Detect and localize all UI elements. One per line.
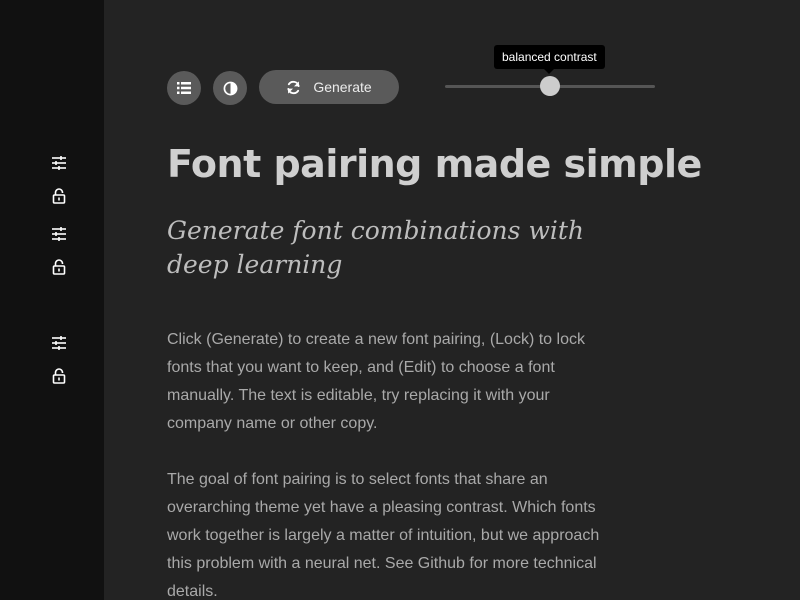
- page-subtitle[interactable]: Generate font combinations with deep lea…: [167, 214, 637, 282]
- sliders-icon[interactable]: [51, 226, 67, 242]
- description-paragraph[interactable]: The goal of font pairing is to select fo…: [167, 466, 617, 600]
- lock-icon[interactable]: [51, 259, 67, 275]
- main-content: Generate balanced contrast Font pairing …: [104, 0, 800, 600]
- sidebar: [0, 0, 104, 600]
- intro-paragraph[interactable]: Click (Generate) to create a new font pa…: [167, 326, 617, 438]
- contrast-tooltip: balanced contrast: [494, 45, 605, 74]
- list-button[interactable]: [167, 71, 201, 105]
- page-title[interactable]: Font pairing made simple: [167, 142, 702, 186]
- contrast-icon: [223, 81, 237, 95]
- generate-label: Generate: [313, 79, 372, 95]
- lock-icon[interactable]: [51, 188, 67, 204]
- list-icon: [177, 82, 191, 94]
- sliders-icon[interactable]: [51, 335, 67, 351]
- lock-icon[interactable]: [51, 368, 67, 384]
- contrast-button[interactable]: [213, 71, 247, 105]
- contrast-slider-thumb[interactable]: [540, 76, 560, 96]
- generate-button[interactable]: Generate: [259, 70, 399, 104]
- refresh-icon: [287, 80, 300, 94]
- sliders-icon[interactable]: [51, 155, 67, 171]
